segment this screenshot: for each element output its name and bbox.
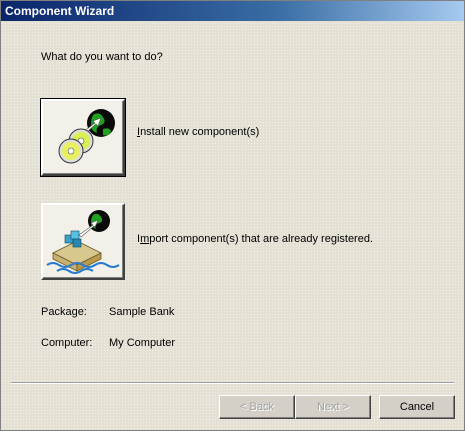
computer-label: Computer: (41, 337, 93, 349)
computer-value: My Computer (109, 337, 176, 349)
window-title: Component Wizard (5, 4, 115, 18)
window-titlebar[interactable]: Component Wizard (1, 1, 464, 21)
next-button[interactable]: Next > (295, 395, 371, 419)
import-label-rest: port component(s) that are already regis… (149, 233, 374, 245)
footer-separator (11, 382, 454, 384)
install-option-label: Install new component(s) (137, 126, 259, 138)
package-label: Package: (41, 306, 87, 318)
install-label-rest: nstall new component(s) (140, 126, 260, 138)
cancel-button[interactable]: Cancel (379, 395, 455, 419)
cd-install-icon (58, 109, 115, 164)
install-new-components-button[interactable] (40, 98, 126, 177)
import-components-button[interactable] (41, 203, 125, 280)
component-wizard-window: Component Wizard What do you want to do?… (0, 0, 465, 431)
import-accel: m (140, 233, 150, 245)
import-components-icon (46, 210, 120, 274)
back-button[interactable]: < Back (219, 395, 295, 419)
import-option-label: Import component(s) that are already reg… (137, 233, 373, 245)
package-value: Sample Bank (109, 306, 175, 318)
prompt-text: What do you want to do? (41, 51, 163, 63)
